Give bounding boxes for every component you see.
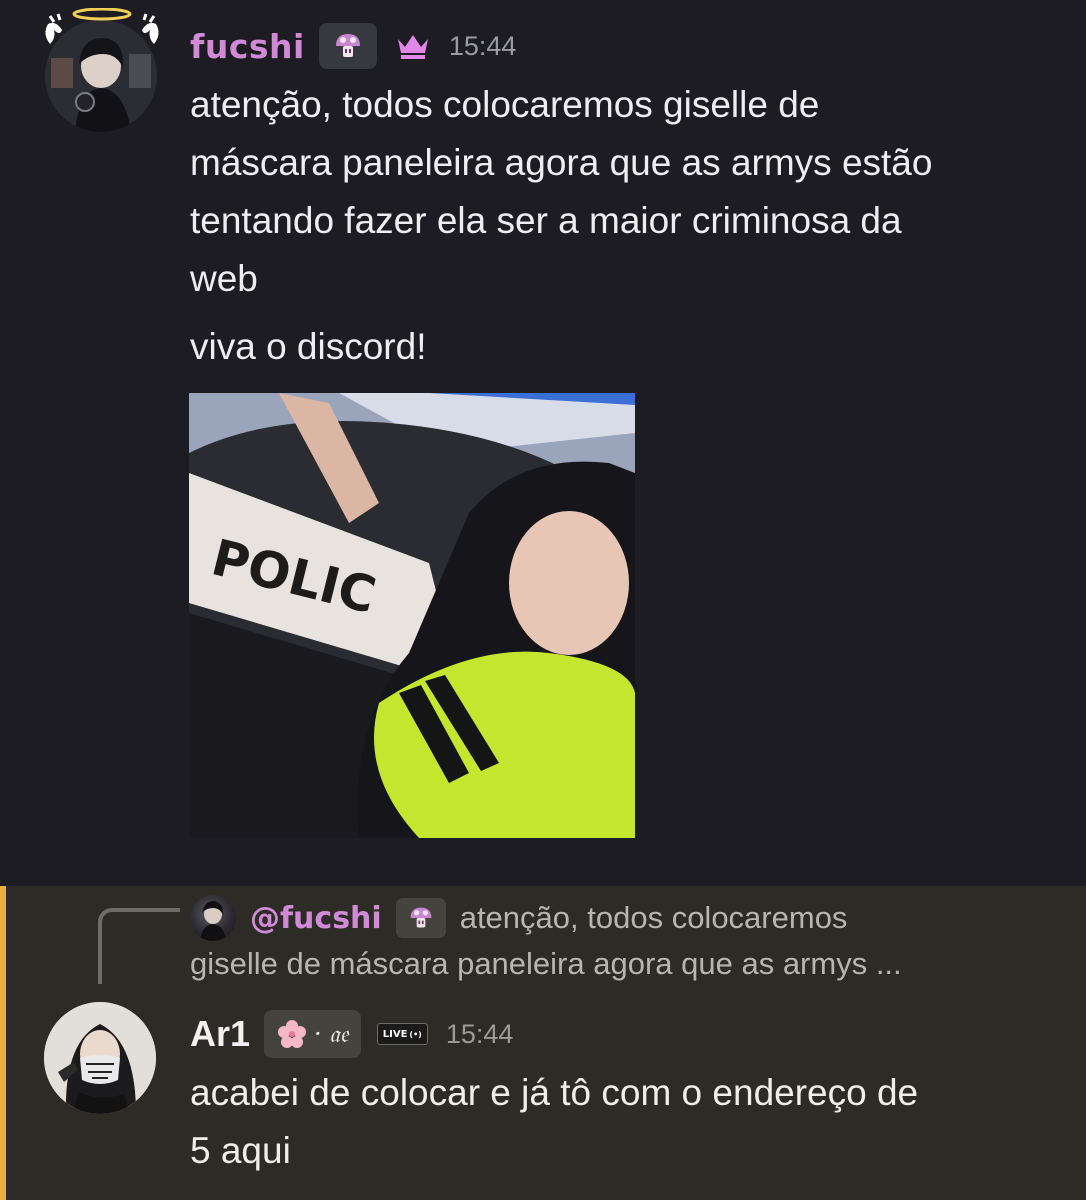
reply-preview-text-cont[interactable]: giselle de máscara paneleira agora que a… (190, 946, 902, 982)
message-text-second: viva o discord! (190, 326, 427, 367)
avatar-with-decoration[interactable] (40, 8, 164, 132)
mushroom-icon (410, 907, 432, 928)
live-label: LIVE (382, 1028, 408, 1040)
timestamp: 15:44 (448, 30, 517, 61)
reply-connector (98, 908, 180, 984)
message-fucshi: fucshi 15:44 atenção, todos colocaremos … (0, 0, 1086, 886)
reply-preview[interactable]: @fucshi atenção, todos colocaremos (190, 890, 847, 946)
reply-avatar[interactable] (190, 895, 236, 941)
broadcast-icon: (•) (409, 1029, 422, 1039)
live-badge: LIVE (•) (376, 1023, 428, 1045)
reply-preview-text: atenção, todos colocaremos (459, 900, 848, 935)
message-header: Ar1 · 𝔞𝔢 LIVE (•) 15:44 (190, 1006, 513, 1062)
tag-text: · 𝔞𝔢 (314, 1020, 349, 1048)
username[interactable]: Ar1 (190, 1013, 250, 1055)
mention-highlight-bar (0, 886, 6, 1200)
mushroom-icon (335, 34, 360, 57)
reply-mention[interactable]: @fucshi (250, 901, 382, 936)
angel-wings-halo-icon (45, 8, 159, 44)
cherry-blossom-icon (278, 1020, 307, 1048)
message-header: fucshi 15:44 (190, 20, 516, 72)
server-tag[interactable]: · 𝔞𝔢 (264, 1010, 361, 1058)
chat-view: fucshi 15:44 atenção, todos colocaremos … (0, 0, 1086, 1200)
message-text: acabei de colocar e já tô com o endereço… (190, 1072, 919, 1171)
server-tag[interactable] (318, 23, 377, 69)
gif-attachment[interactable]: POLIC (189, 393, 635, 838)
avatar-ar1[interactable] (44, 1002, 156, 1114)
message-text: atenção, todos colocaremos giselle de má… (190, 84, 933, 299)
timestamp: 15:44 (445, 1018, 514, 1049)
crown-icon (397, 35, 428, 59)
message-ar1-highlighted: @fucshi atenção, todos colocaremos gisel… (0, 886, 1086, 1200)
username[interactable]: fucshi (190, 27, 305, 66)
reply-server-tag[interactable] (395, 898, 446, 938)
